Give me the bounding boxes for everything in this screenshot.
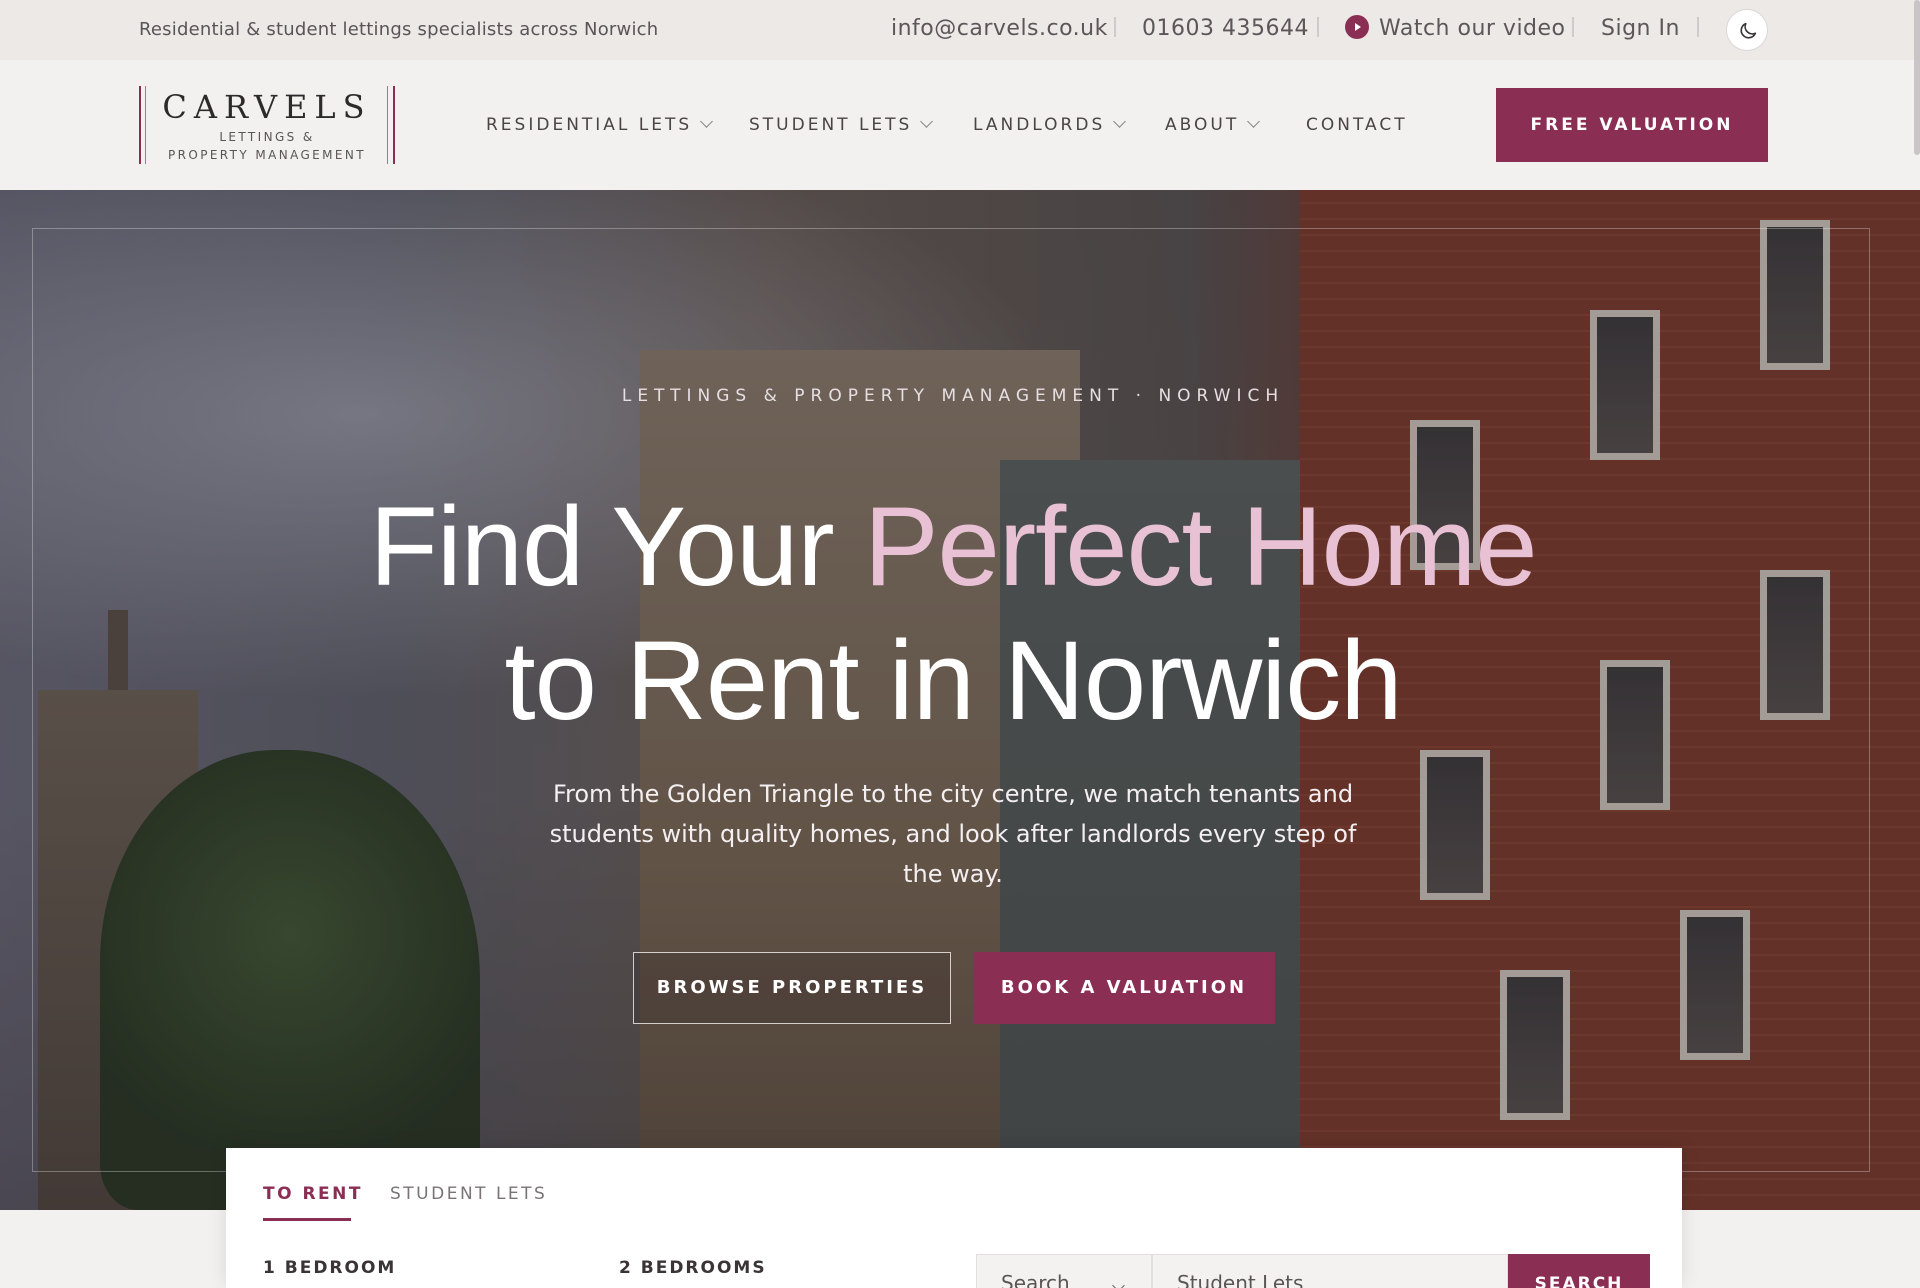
hero-lead: From the Golden Triangle to the city cen… bbox=[549, 780, 1357, 888]
nav-item-about[interactable]: ABOUT bbox=[1165, 115, 1261, 135]
select-value: Search bbox=[1001, 1271, 1070, 1288]
chevron-down-icon bbox=[920, 115, 934, 128]
phone-link[interactable]: 01603 435644 bbox=[1142, 16, 1309, 41]
chevron-down-icon bbox=[1113, 115, 1127, 128]
theme-toggle-button[interactable] bbox=[1726, 9, 1768, 51]
divider bbox=[1697, 17, 1699, 37]
tab-to-rent[interactable]: TO RENT bbox=[263, 1184, 363, 1204]
divider bbox=[1572, 17, 1574, 37]
logo-subline: PROPERTY MANAGEMENT bbox=[167, 148, 367, 162]
logo-wordmark: CARVELS bbox=[162, 88, 372, 126]
headline-text: to Rent in Norwich bbox=[504, 618, 1402, 743]
nav-item-label: LANDLORDS bbox=[973, 115, 1106, 135]
tab-student-lets[interactable]: STUDENT LETS bbox=[390, 1184, 547, 1204]
free-valuation-button[interactable]: FREE VALUATION bbox=[1496, 88, 1768, 162]
top-utility-bar: Residential & student lettings specialis… bbox=[0, 0, 1920, 60]
nav-item-label: CONTACT bbox=[1306, 115, 1408, 135]
nav-item-label: RESIDENTIAL LETS bbox=[486, 115, 693, 135]
sign-in-link[interactable]: Sign In bbox=[1601, 16, 1680, 41]
logo-subline: LETTINGS & bbox=[219, 130, 315, 144]
play-icon bbox=[1345, 15, 1369, 39]
main-navigation: CARVELS LETTINGS & PROPERTY MANAGEMENT R… bbox=[0, 60, 1920, 190]
email-link[interactable]: info@carvels.co.uk bbox=[891, 16, 1108, 41]
nav-item-label: ABOUT bbox=[1165, 115, 1240, 135]
book-valuation-button[interactable]: BOOK A VALUATION bbox=[973, 952, 1275, 1024]
divider bbox=[1317, 17, 1319, 37]
nav-item-residential-lets[interactable]: RESIDENTIAL LETS bbox=[486, 115, 714, 135]
hero-section: LETTINGS & PROPERTY MANAGEMENT · NORWICH… bbox=[0, 190, 1920, 1210]
location-value: Student Lets bbox=[1177, 1271, 1304, 1288]
watch-video-label: Watch our video bbox=[1379, 16, 1566, 41]
filter-two-bedrooms[interactable]: 2 BEDROOMS bbox=[619, 1258, 767, 1278]
tagline: Residential & student lettings specialis… bbox=[139, 19, 659, 40]
browse-properties-button[interactable]: BROWSE PROPERTIES bbox=[633, 952, 951, 1024]
active-tab-indicator bbox=[263, 1218, 351, 1221]
location-input[interactable]: Student Lets bbox=[1152, 1254, 1508, 1288]
search-button[interactable]: SEARCH bbox=[1508, 1254, 1650, 1288]
chevron-down-icon bbox=[700, 115, 714, 128]
page-scrollbar[interactable] bbox=[1914, 0, 1920, 155]
divider bbox=[1114, 17, 1116, 37]
nav-item-contact[interactable]: CONTACT bbox=[1306, 115, 1408, 135]
carvels-logo[interactable]: CARVELS LETTINGS & PROPERTY MANAGEMENT bbox=[139, 86, 395, 164]
nav-item-student-lets[interactable]: STUDENT LETS bbox=[749, 115, 934, 135]
headline-accent: Perfect Home bbox=[863, 484, 1538, 609]
watch-video-link[interactable]: Watch our video bbox=[1345, 15, 1566, 41]
hero-headline: Find Your Perfect Home to Rent in Norwic… bbox=[0, 480, 1906, 748]
search-type-select[interactable]: Search bbox=[976, 1254, 1152, 1288]
headline-text: Find Your bbox=[369, 484, 864, 609]
nav-item-landlords[interactable]: LANDLORDS bbox=[973, 115, 1127, 135]
property-search-card: TO RENT STUDENT LETS 1 BEDROOM 2 BEDROOM… bbox=[226, 1148, 1682, 1288]
chevron-down-icon bbox=[1247, 115, 1261, 128]
chevron-down-icon bbox=[1112, 1279, 1125, 1288]
hero-eyebrow: LETTINGS & PROPERTY MANAGEMENT · NORWICH bbox=[621, 386, 1285, 406]
moon-icon bbox=[1740, 22, 1757, 39]
nav-item-label: STUDENT LETS bbox=[749, 115, 913, 135]
filter-one-bedroom[interactable]: 1 BEDROOM bbox=[263, 1258, 396, 1278]
